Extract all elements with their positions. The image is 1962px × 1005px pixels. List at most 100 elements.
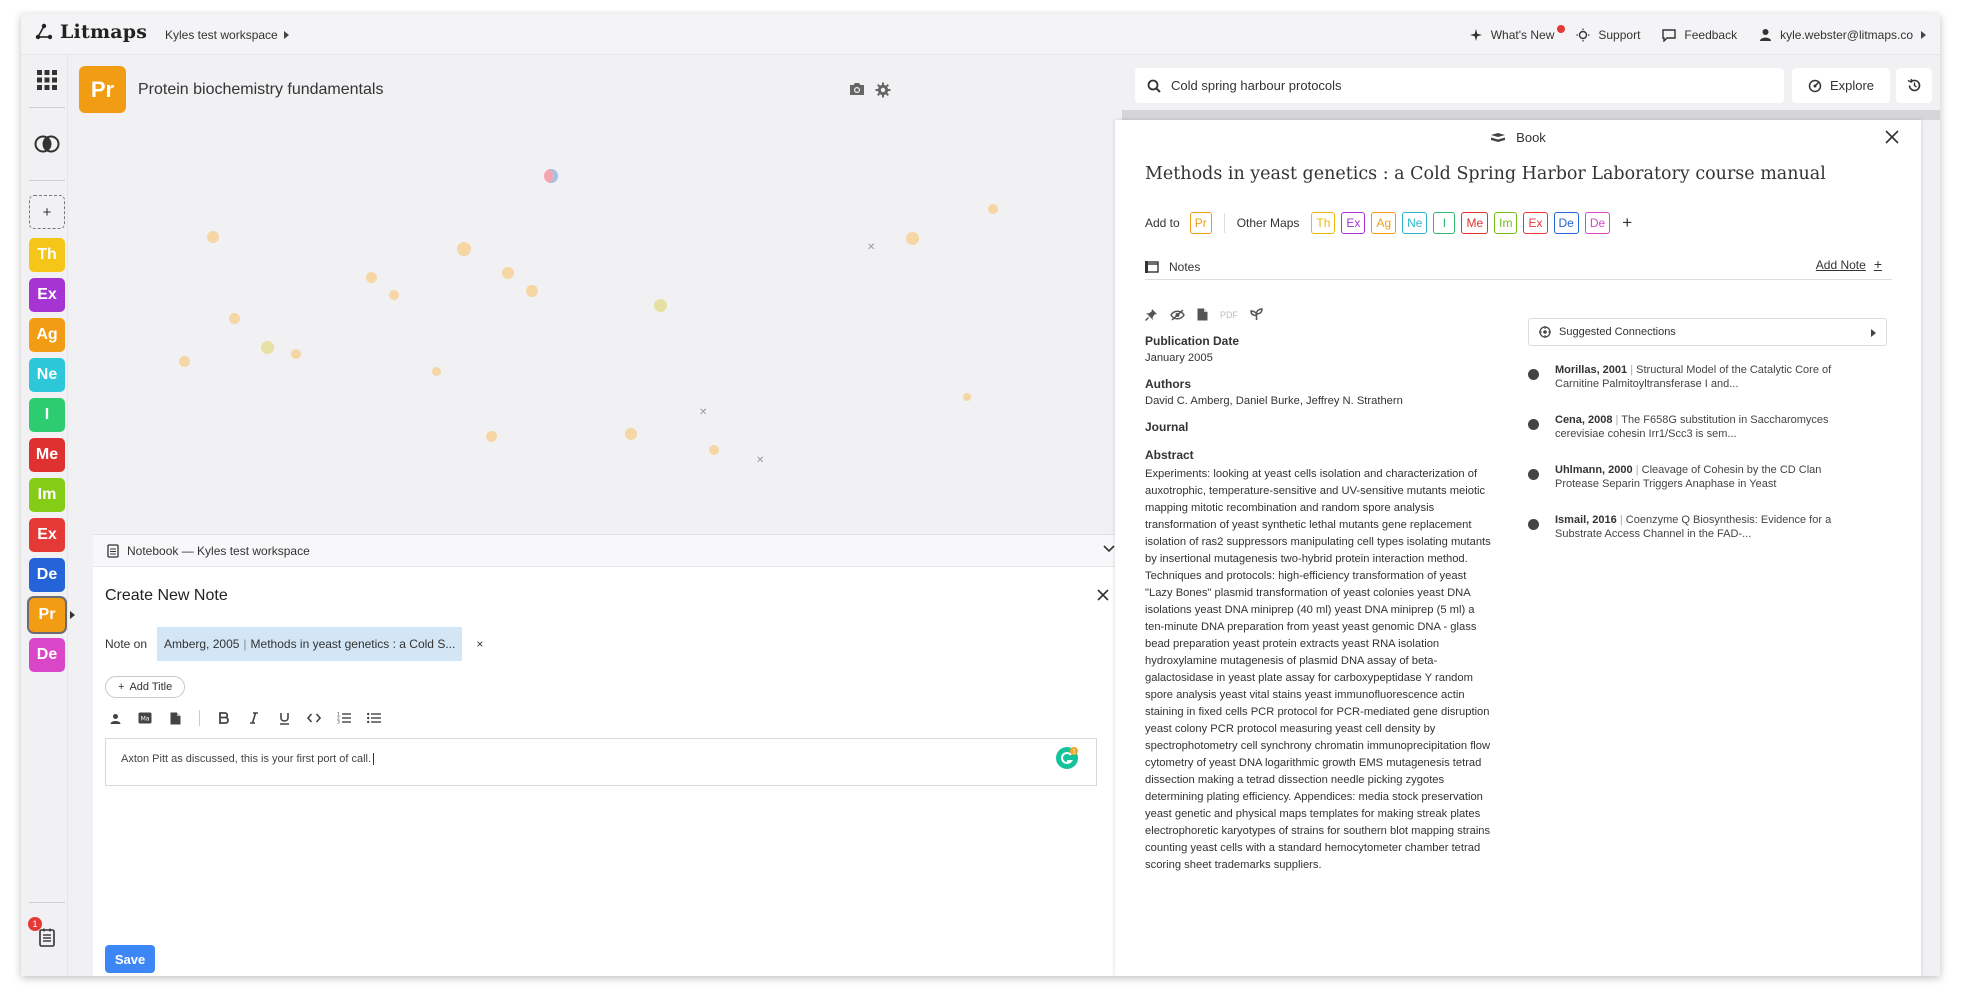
suggested-connections-button[interactable]: Suggested Connections: [1528, 318, 1887, 346]
linked-paper-chip[interactable]: Amberg, 2005 | Methods in yeast genetics :…: [157, 627, 463, 661]
other-map-tag[interactable]: Ag: [1371, 212, 1397, 234]
paper-node[interactable]: [906, 232, 919, 245]
code-button[interactable]: [304, 708, 324, 728]
camera-icon[interactable]: [849, 82, 865, 96]
paper-node[interactable]: [261, 341, 274, 354]
paper-node[interactable]: [389, 290, 399, 300]
book-icon: [1491, 132, 1506, 142]
pin-icon[interactable]: [1145, 308, 1158, 321]
map-button-ex[interactable]: Ex: [29, 278, 65, 312]
close-icon[interactable]: [1097, 589, 1109, 601]
journal-label: Journal: [1145, 420, 1189, 434]
paper-node[interactable]: [229, 313, 240, 324]
paper-node[interactable]: [625, 428, 637, 440]
map-button-pr[interactable]: Pr: [29, 598, 65, 632]
map-button-ag[interactable]: Ag: [29, 318, 65, 352]
map-button-de2[interactable]: De: [29, 638, 65, 672]
attach-document-button[interactable]: [165, 708, 185, 728]
underline-button[interactable]: [274, 708, 294, 728]
grammarly-icon[interactable]: 1: [1056, 747, 1078, 769]
paper-node[interactable]: [457, 242, 471, 256]
map-button-de[interactable]: De: [29, 558, 65, 592]
paper-node[interactable]: [654, 299, 667, 312]
paper-node[interactable]: [486, 431, 497, 442]
pdf-link[interactable]: PDF: [1220, 310, 1238, 320]
search-input[interactable]: Cold spring harbour protocols: [1171, 78, 1342, 93]
history-button[interactable]: [1896, 68, 1932, 103]
toggle-view-button[interactable]: [29, 127, 65, 161]
remove-chip-button[interactable]: ×: [476, 637, 483, 651]
suggested-connections-label: Suggested Connections: [1559, 326, 1676, 338]
ordered-list-button[interactable]: 123: [334, 708, 354, 728]
paper-node[interactable]: [179, 356, 190, 367]
bold-icon: [219, 712, 229, 724]
other-map-tag[interactable]: De: [1553, 212, 1579, 234]
paper-node[interactable]: [526, 285, 538, 297]
mention-button[interactable]: [105, 708, 125, 728]
paper-node[interactable]: [988, 204, 998, 214]
support-link[interactable]: Support: [1576, 28, 1640, 42]
map-button-me[interactable]: Me: [29, 438, 65, 472]
notebook-header[interactable]: Notebook — Kyles test workspace: [93, 535, 1133, 567]
other-map-tag[interactable]: Ex: [1341, 212, 1366, 234]
paper-node[interactable]: [502, 267, 514, 279]
suggested-paper[interactable]: Ismail, 2016 | Coenzyme Q Biosynthesis: …: [1528, 513, 1868, 541]
whats-new-label: What's New: [1490, 27, 1555, 42]
seed-icon[interactable]: [1250, 308, 1263, 321]
map-button-ne[interactable]: Ne: [29, 358, 65, 392]
new-map-button[interactable]: +: [29, 195, 65, 229]
save-button[interactable]: Save: [105, 945, 155, 973]
feedback-link[interactable]: Feedback: [1662, 28, 1737, 42]
paper-node[interactable]: [709, 445, 719, 455]
paper-node[interactable]: [207, 231, 219, 243]
bullet-list-button[interactable]: [364, 708, 384, 728]
paper-node[interactable]: [432, 367, 441, 376]
feedback-label: Feedback: [1684, 27, 1738, 42]
markdown-button[interactable]: Ma: [135, 708, 155, 728]
workspace-switcher[interactable]: Kyles test workspace: [165, 28, 289, 42]
other-map-tag[interactable]: Th: [1311, 212, 1336, 234]
paper-bullet-icon: [1528, 419, 1539, 430]
map-button-th[interactable]: Th: [29, 238, 65, 272]
paper-node[interactable]: [291, 349, 301, 359]
add-note-button[interactable]: Add Note +: [1816, 257, 1882, 272]
litmaps-logo[interactable]: Litmaps: [35, 21, 147, 43]
suggested-paper[interactable]: Uhlmann, 2000 | Cleavage of Cohesin by t…: [1528, 463, 1868, 491]
chevron-down-icon[interactable]: [1103, 545, 1115, 553]
hide-icon[interactable]: [1170, 308, 1185, 321]
italic-button[interactable]: [244, 708, 264, 728]
suggested-paper[interactable]: Cena, 2008 | The F658G substitution in S…: [1528, 413, 1868, 441]
other-map-tag[interactable]: Me: [1461, 212, 1489, 234]
bold-button[interactable]: [214, 708, 234, 728]
document-icon[interactable]: [1197, 308, 1208, 321]
other-map-tag[interactable]: Im: [1494, 212, 1518, 234]
other-map-tag[interactable]: Ne: [1402, 212, 1428, 234]
add-to-current-map-tag[interactable]: Pr: [1189, 212, 1212, 234]
paper-node[interactable]: [366, 272, 377, 283]
map-button-im[interactable]: Im: [29, 478, 65, 512]
map-button-i[interactable]: I: [29, 398, 65, 432]
map-title[interactable]: Protein biochemistry fundamentals: [138, 81, 383, 99]
add-to-label: Add to: [1145, 216, 1180, 230]
gear-icon[interactable]: [875, 82, 891, 98]
note-editor[interactable]: Axton Pitt as discussed, this is your fi…: [105, 738, 1097, 786]
map-button-ex2[interactable]: Ex: [29, 518, 65, 552]
suggested-paper[interactable]: Morillas, 2001 | Structural Model of the…: [1528, 363, 1868, 391]
explore-button[interactable]: Explore: [1792, 68, 1890, 103]
user-menu[interactable]: kyle.webster@litmaps.co: [1759, 28, 1926, 42]
add-title-button[interactable]: + Add Title: [105, 676, 186, 698]
apps-grid-button[interactable]: [29, 63, 65, 97]
paper-node[interactable]: [544, 169, 558, 183]
paper-node[interactable]: [963, 393, 971, 401]
whats-new-link[interactable]: What's New: [1469, 24, 1565, 42]
search-bar[interactable]: Cold spring harbour protocols: [1135, 68, 1784, 103]
map-canvas[interactable]: Pr Protein biochemistry fundamentals ✕ ✕…: [68, 55, 1111, 545]
other-map-tag[interactable]: I: [1433, 212, 1456, 234]
other-map-tag[interactable]: Ex: [1523, 212, 1548, 234]
workspace-name: Kyles test workspace: [165, 28, 278, 42]
add-map-plus-button[interactable]: +: [1622, 213, 1632, 233]
authors[interactable]: David C. Amberg, Daniel Burke, Jeffrey N…: [1145, 395, 1495, 407]
close-icon[interactable]: [1885, 130, 1899, 144]
support-label: Support: [1598, 27, 1641, 42]
other-map-tag[interactable]: De: [1584, 212, 1611, 234]
